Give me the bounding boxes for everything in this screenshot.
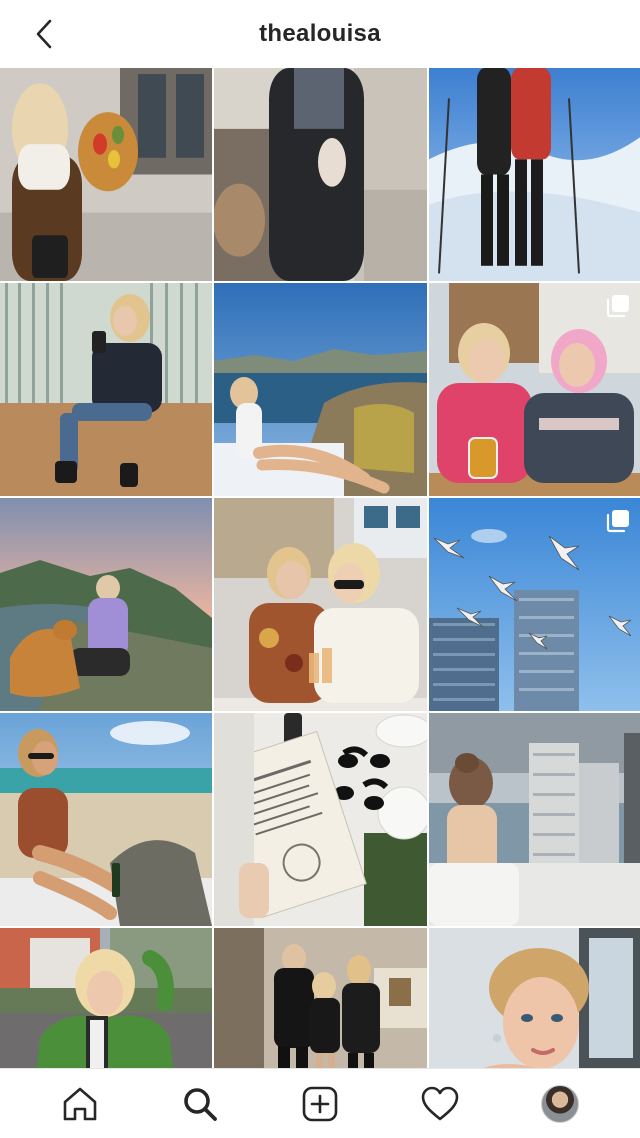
tab-search[interactable] [174,1078,226,1130]
post-image [214,713,427,926]
post-thumbnail[interactable] [0,68,212,281]
back-button[interactable] [22,14,66,54]
post-thumbnail[interactable] [214,283,427,496]
profile-header: thealouisa [0,0,640,68]
post-thumbnail[interactable] [429,713,640,926]
post-thumbnail[interactable] [0,713,212,926]
page-title: thealouisa [259,20,381,47]
post-image [429,68,640,281]
chevron-left-icon [36,19,52,49]
home-icon [63,1087,97,1120]
post-thumbnail[interactable] [429,68,640,281]
post-image [214,68,427,281]
post-image [214,283,427,496]
post-thumbnail[interactable] [214,498,427,711]
post-thumbnail[interactable] [429,283,640,496]
post-thumbnail[interactable] [214,713,427,926]
multiple-photos-icon [606,295,629,318]
bottom-tab-bar [0,1068,640,1138]
tab-profile[interactable] [534,1078,586,1130]
heart-icon [421,1086,459,1120]
post-image [214,498,427,711]
new-post-icon [302,1086,338,1121]
tab-new-post[interactable] [294,1078,346,1130]
tab-activity[interactable] [414,1078,466,1130]
post-thumbnail[interactable] [429,498,640,711]
tab-home[interactable] [54,1078,106,1130]
post-thumbnail[interactable] [0,283,212,496]
post-thumbnail[interactable] [0,498,212,711]
multiple-photos-icon [606,510,629,533]
post-grid [0,68,640,1138]
post-image [0,283,212,496]
profile-avatar [541,1084,579,1123]
post-image [0,498,212,711]
post-image [0,68,212,281]
post-image [0,713,212,926]
search-icon [184,1087,217,1121]
post-thumbnail[interactable] [214,68,427,281]
post-image [429,713,640,926]
